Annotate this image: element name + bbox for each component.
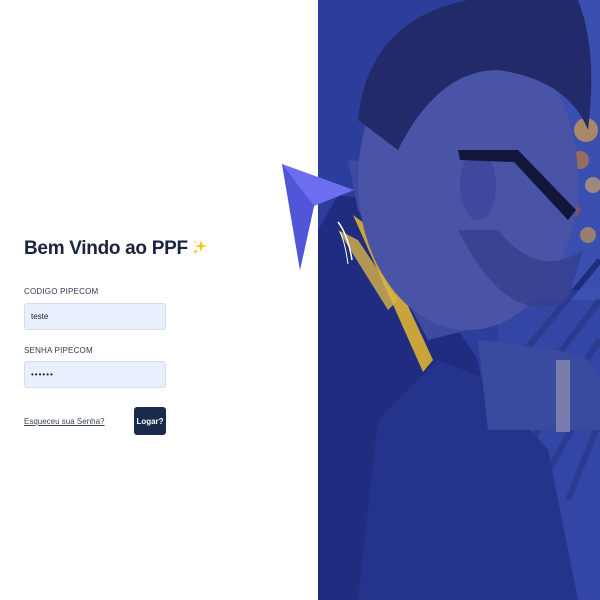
page-title: Bem Vindo ao PPF [24,238,208,260]
login-page: Bem Vindo ao PPF CODIGO PIPECOM SENHA PI… [0,0,600,600]
page-title-text: Bem Vindo ao PPF [24,238,188,259]
login-button[interactable]: Logar? [134,407,166,435]
hero-photo-illustration [318,0,600,600]
password-field-label: SENHA PIPECOM [24,346,93,355]
password-input[interactable] [24,361,166,388]
hero-photo [318,0,600,600]
sparkles-icon [192,240,207,254]
arrow-logo-icon [282,164,354,270]
forgot-password-link[interactable]: Esqueceu sua Senha? [24,417,105,426]
code-field-label: CODIGO PIPECOM [24,287,99,296]
code-input[interactable] [24,303,166,330]
login-panel: Bem Vindo ao PPF CODIGO PIPECOM SENHA PI… [0,0,318,600]
